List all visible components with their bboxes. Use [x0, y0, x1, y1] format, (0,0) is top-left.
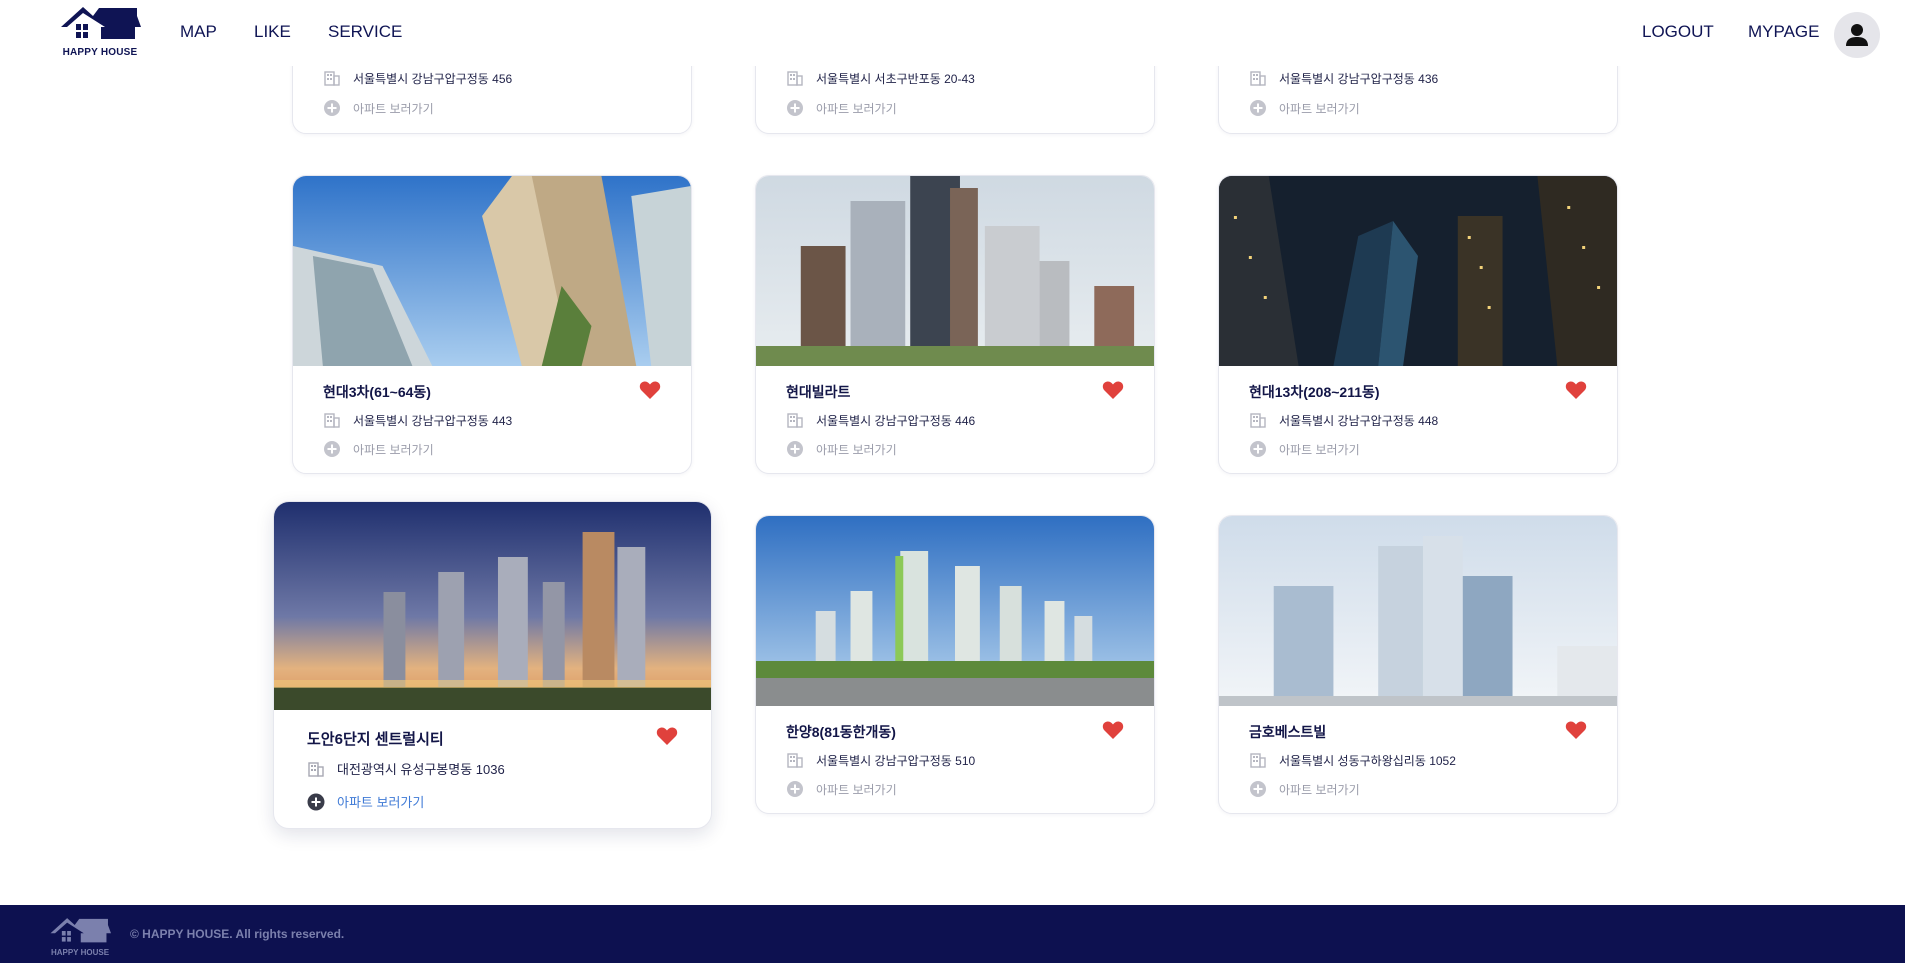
plus-circle-icon: [787, 100, 803, 116]
plus-circle-icon: [324, 100, 340, 116]
building-icon: [324, 413, 340, 428]
view-apartment-label: 아파트 보러가기: [1279, 782, 1360, 797]
address-row: 서울특별시 강남구압구정동 446: [786, 411, 975, 429]
heart-icon[interactable]: [1565, 720, 1587, 740]
address-text: 대전광역시 유성구봉명동 1036: [337, 762, 505, 777]
apartment-photo: [756, 176, 1154, 366]
apartment-card[interactable]: 현대3차(61~64동) 서울특별시 강남구압구정동 443 아파트 보러가기: [292, 175, 692, 474]
address-row: 대전광역시 유성구봉명동 1036: [307, 759, 505, 778]
apartment-card[interactable]: 한양8(81동한개동) 서울특별시 강남구압구정동 510 아파트 보러가기: [755, 515, 1155, 814]
address-row: 서울특별시 서초구반포동 20-43: [786, 69, 975, 87]
building-icon: [1250, 753, 1266, 768]
heart-icon[interactable]: [1565, 380, 1587, 400]
building-icon: [787, 753, 803, 768]
footer-logo-text: HAPPY HOUSE: [50, 948, 110, 957]
plus-circle-icon: [307, 793, 325, 810]
building-icon: [308, 761, 324, 777]
view-apartment-link[interactable]: 아파트 보러가기: [323, 99, 434, 117]
view-apartment-label: 아파트 보러가기: [1279, 442, 1360, 457]
plus-circle-icon: [787, 781, 803, 797]
view-apartment-label: 아파트 보러가기: [353, 442, 434, 457]
nav-service[interactable]: SERVICE: [328, 22, 402, 42]
plus-circle-icon: [1250, 781, 1266, 797]
address-row: 서울특별시 성동구하왕십리동 1052: [1249, 751, 1456, 769]
view-apartment-link[interactable]: 아파트 보러가기: [786, 440, 897, 458]
address-row: 서울특별시 강남구압구정동 456: [323, 69, 512, 87]
view-apartment-label: 아파트 보러가기: [816, 442, 897, 457]
apartment-card[interactable]: 현대13차(208~211동) 서울특별시 강남구압구정동 448 아파트 보러…: [1218, 175, 1618, 474]
view-apartment-link[interactable]: 아파트 보러가기: [1249, 99, 1360, 117]
view-apartment-label: 아파트 보러가기: [337, 795, 425, 810]
address-text: 서울특별시 강남구압구정동 446: [816, 413, 976, 428]
view-apartment-link[interactable]: 아파트 보러가기: [323, 440, 434, 458]
address-row: 서울특별시 강남구압구정동 443: [323, 411, 512, 429]
user-icon: [1846, 24, 1868, 46]
building-icon: [787, 71, 803, 86]
house-logo-icon: [61, 7, 141, 39]
apartment-name: 현대빌라트: [786, 384, 851, 400]
apartment-name: 한양8(81동한개동): [786, 724, 896, 740]
view-apartment-link[interactable]: 아파트 보러가기: [786, 780, 897, 798]
logo-text: HAPPY HOUSE: [62, 47, 138, 58]
apartment-photo: [274, 502, 711, 710]
apartment-photo: [1219, 176, 1617, 366]
view-apartment-label: 아파트 보러가기: [816, 101, 897, 116]
apartment-name: 도안6단지 센트럴시티: [307, 731, 444, 748]
footer: HAPPY HOUSE © HAPPY HOUSE. All rights re…: [0, 905, 1905, 963]
address-text: 서울특별시 강남구압구정동 510: [816, 753, 976, 768]
building-icon: [787, 413, 803, 428]
plus-circle-icon: [787, 441, 803, 457]
house-logo-icon: [50, 918, 111, 943]
footer-logo: HAPPY HOUSE: [49, 915, 111, 957]
apartment-name: 현대13차(208~211동): [1249, 384, 1380, 400]
copyright-text: © HAPPY HOUSE. All rights reserved.: [130, 927, 345, 941]
view-apartment-link[interactable]: 아파트 보러가기: [1249, 780, 1360, 798]
plus-circle-icon: [1250, 100, 1266, 116]
heart-icon[interactable]: [656, 726, 678, 746]
apartment-name: 현대3차(61~64동): [323, 384, 431, 400]
nav-logout[interactable]: LOGOUT: [1642, 22, 1714, 42]
apartment-card[interactable]: 도안6단지 센트럴시티 대전광역시 유성구봉명동 1036 아파트 보러가기: [273, 501, 712, 829]
view-apartment-link[interactable]: 아파트 보러가기: [1249, 440, 1360, 458]
heart-icon[interactable]: [1102, 720, 1124, 740]
view-apartment-label: 아파트 보러가기: [816, 782, 897, 797]
address-text: 서울특별시 강남구압구정동 443: [353, 413, 513, 428]
apartment-photo: [293, 176, 691, 366]
address-text: 서울특별시 강남구압구정동 436: [1279, 71, 1439, 86]
address-text: 서울특별시 강남구압구정동 456: [353, 71, 513, 86]
apartment-card[interactable]: 현대빌라트 서울특별시 강남구압구정동 446 아파트 보러가기: [755, 175, 1155, 474]
apartment-photo: [756, 516, 1154, 706]
plus-circle-icon: [1250, 441, 1266, 457]
address-text: 서울특별시 서초구반포동 20-43: [816, 71, 975, 86]
building-icon: [1250, 71, 1266, 86]
view-apartment-link[interactable]: 아파트 보러가기: [307, 792, 424, 811]
address-row: 서울특별시 강남구압구정동 510: [786, 751, 975, 769]
nav-map[interactable]: MAP: [180, 22, 217, 42]
view-apartment-label: 아파트 보러가기: [1279, 101, 1360, 116]
nav-mypage[interactable]: MYPAGE: [1748, 22, 1819, 42]
top-nav-bar: HAPPY HOUSE MAP LIKE SERVICE LOGOUT MYPA…: [0, 0, 1905, 66]
address-text: 서울특별시 강남구압구정동 448: [1279, 413, 1439, 428]
apartment-name: 금호베스트빌: [1249, 724, 1327, 740]
happy-house-logo[interactable]: HAPPY HOUSE: [59, 3, 141, 58]
heart-icon[interactable]: [639, 380, 661, 400]
address-row: 서울특별시 강남구압구정동 448: [1249, 411, 1438, 429]
avatar[interactable]: [1834, 12, 1880, 58]
nav-like[interactable]: LIKE: [254, 22, 291, 42]
building-icon: [324, 71, 340, 86]
address-text: 서울특별시 성동구하왕십리동 1052: [1279, 753, 1456, 768]
apartment-photo: [1219, 516, 1617, 706]
address-row: 서울특별시 강남구압구정동 436: [1249, 69, 1438, 87]
building-icon: [1250, 413, 1266, 428]
view-apartment-link[interactable]: 아파트 보러가기: [786, 99, 897, 117]
apartment-card[interactable]: 금호베스트빌 서울특별시 성동구하왕십리동 1052 아파트 보러가기: [1218, 515, 1618, 814]
plus-circle-icon: [324, 441, 340, 457]
heart-icon[interactable]: [1102, 380, 1124, 400]
view-apartment-label: 아파트 보러가기: [353, 101, 434, 116]
